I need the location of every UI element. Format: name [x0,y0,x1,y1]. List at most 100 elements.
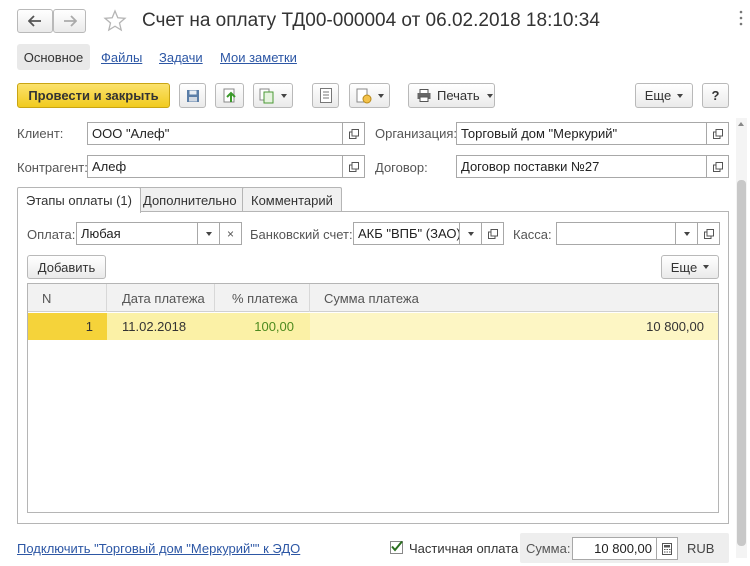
cell-sum: 10 800,00 [310,313,718,340]
chevron-down-icon [677,93,684,98]
nav-tab-files[interactable]: Файлы [101,50,142,65]
sum-field: 10 800,00 [572,537,657,560]
payment-type-field[interactable]: Любая [76,222,198,245]
checkmark-icon [391,540,403,552]
counterparty-field[interactable]: Алеф [87,155,343,178]
nav-tab-main[interactable]: Основное [17,44,90,70]
partial-payment-label: Частичная оплата [409,541,519,556]
scrollbar-thumb[interactable] [737,180,746,546]
client-open-button[interactable] [343,122,365,145]
nav-tab-main-label: Основное [23,49,84,65]
row-selected-cell: 1 [28,313,107,340]
column-header-percent[interactable]: % платежа [215,284,310,312]
open-window-icon [348,161,359,172]
journal-button[interactable] [312,83,339,108]
favorite-star-icon[interactable] [103,9,127,36]
column-header-sum[interactable]: Сумма платежа [310,284,718,312]
open-window-icon [703,228,714,239]
payment-stages-table[interactable]: N Дата платежа % платежа Сумма платежа 1… [27,283,719,513]
open-window-icon [712,161,723,172]
help-label: ? [711,88,720,103]
more-options-icon[interactable] [738,10,744,26]
cash-label: Касса: [513,227,552,242]
cell-n: 1 [85,319,93,334]
tab-payment-stages-label: Этапы оплаты (1) [26,193,132,208]
counterparty-label: Контрагент: [17,160,88,175]
contract-label: Договор: [375,160,428,175]
chevron-down-icon [378,93,384,98]
contract-open-button[interactable] [707,155,729,178]
client-label: Клиент: [17,126,64,141]
post-and-close-button[interactable]: Провести и закрыть [17,83,170,108]
window-title: Счет на оплату ТД00-000004 от 06.02.2018… [142,10,600,31]
payment-type-clear[interactable]: × [220,222,242,245]
chevron-down-icon [205,231,212,236]
cash-dropdown[interactable] [676,222,698,245]
bank-account-open-button[interactable] [482,222,504,245]
nav-tab-notes[interactable]: Мои заметки [220,50,297,65]
arrow-left-icon [28,15,41,27]
clear-icon: × [226,226,234,241]
organization-field[interactable]: Торговый дом "Меркурий" [456,122,707,145]
bank-account-field[interactable]: АКБ "ВПБ" (ЗАО), [353,222,460,245]
open-window-icon [712,128,723,139]
printer-icon [417,89,431,102]
cell-percent: 100,00 [254,319,294,334]
contract-field[interactable]: Договор поставки №27 [456,155,707,178]
payment-type-dropdown[interactable] [198,222,220,245]
edo-connect-link[interactable]: Подключить "Торговый дом "Меркурий"" к Э… [17,541,300,556]
calculator-icon [662,542,672,555]
table-row[interactable]: 1 11.02.2018 100,00 10 800,00 [28,313,718,340]
print-button[interactable]: Печать [408,83,495,108]
table-header: N Дата платежа % платежа Сумма платежа [28,284,718,312]
currency-label: RUB [687,541,715,556]
bank-account-label: Банковский счет: [250,227,353,242]
table-more-button[interactable]: Еще [661,255,719,279]
cash-field[interactable] [556,222,676,245]
add-row-label: Добавить [37,259,96,275]
nav-tab-tasks[interactable]: Задачи [159,50,203,65]
add-row-button[interactable]: Добавить [27,255,106,279]
arrow-right-icon [63,15,77,27]
chevron-down-icon [467,231,474,236]
more-label: Еще [644,88,672,103]
counterparty-open-button[interactable] [343,155,365,178]
calculator-button[interactable] [657,537,678,560]
cash-open-button[interactable] [698,222,720,245]
back-button[interactable] [17,9,53,33]
bank-account-dropdown[interactable] [460,222,482,245]
chevron-down-icon [486,93,493,98]
payment-label: Оплата: [27,227,76,242]
list-document-icon [319,88,332,103]
report-document-icon [356,88,372,103]
vertical-scrollbar[interactable] [736,118,747,558]
create-based-on-button[interactable] [253,83,293,108]
partial-payment-checkbox[interactable] [390,540,403,554]
post-document-icon [223,88,236,102]
tab-additional-label: Дополнительно [143,192,237,208]
tab-comment[interactable]: Комментарий [242,187,342,212]
sum-value: 10 800,00 [594,541,652,556]
floppy-disk-icon [186,89,199,102]
tab-comment-label: Комментарий [251,192,333,208]
post-button[interactable] [215,83,244,108]
tab-additional[interactable]: Дополнительно [134,187,246,212]
column-header-date[interactable]: Дата платежа [107,284,215,312]
scroll-up-arrow-icon[interactable] [738,122,744,126]
cell-date: 11.02.2018 [122,319,187,334]
chevron-down-icon [683,231,690,236]
forward-button[interactable] [53,9,86,33]
table-more-label: Еще [670,259,698,275]
more-button[interactable]: Еще [635,83,693,108]
organization-label: Организация: [375,126,458,141]
chevron-down-icon [281,93,287,98]
client-field[interactable]: ООО "Алеф" [87,122,343,145]
post-and-close-label: Провести и закрыть [28,88,159,103]
column-header-n[interactable]: N [28,284,107,312]
open-window-icon [487,228,498,239]
help-button[interactable]: ? [702,83,729,108]
save-button[interactable] [179,83,206,108]
organization-open-button[interactable] [707,122,729,145]
tab-payment-stages[interactable]: Этапы оплаты (1) [17,187,141,213]
attachments-button[interactable] [349,83,390,108]
